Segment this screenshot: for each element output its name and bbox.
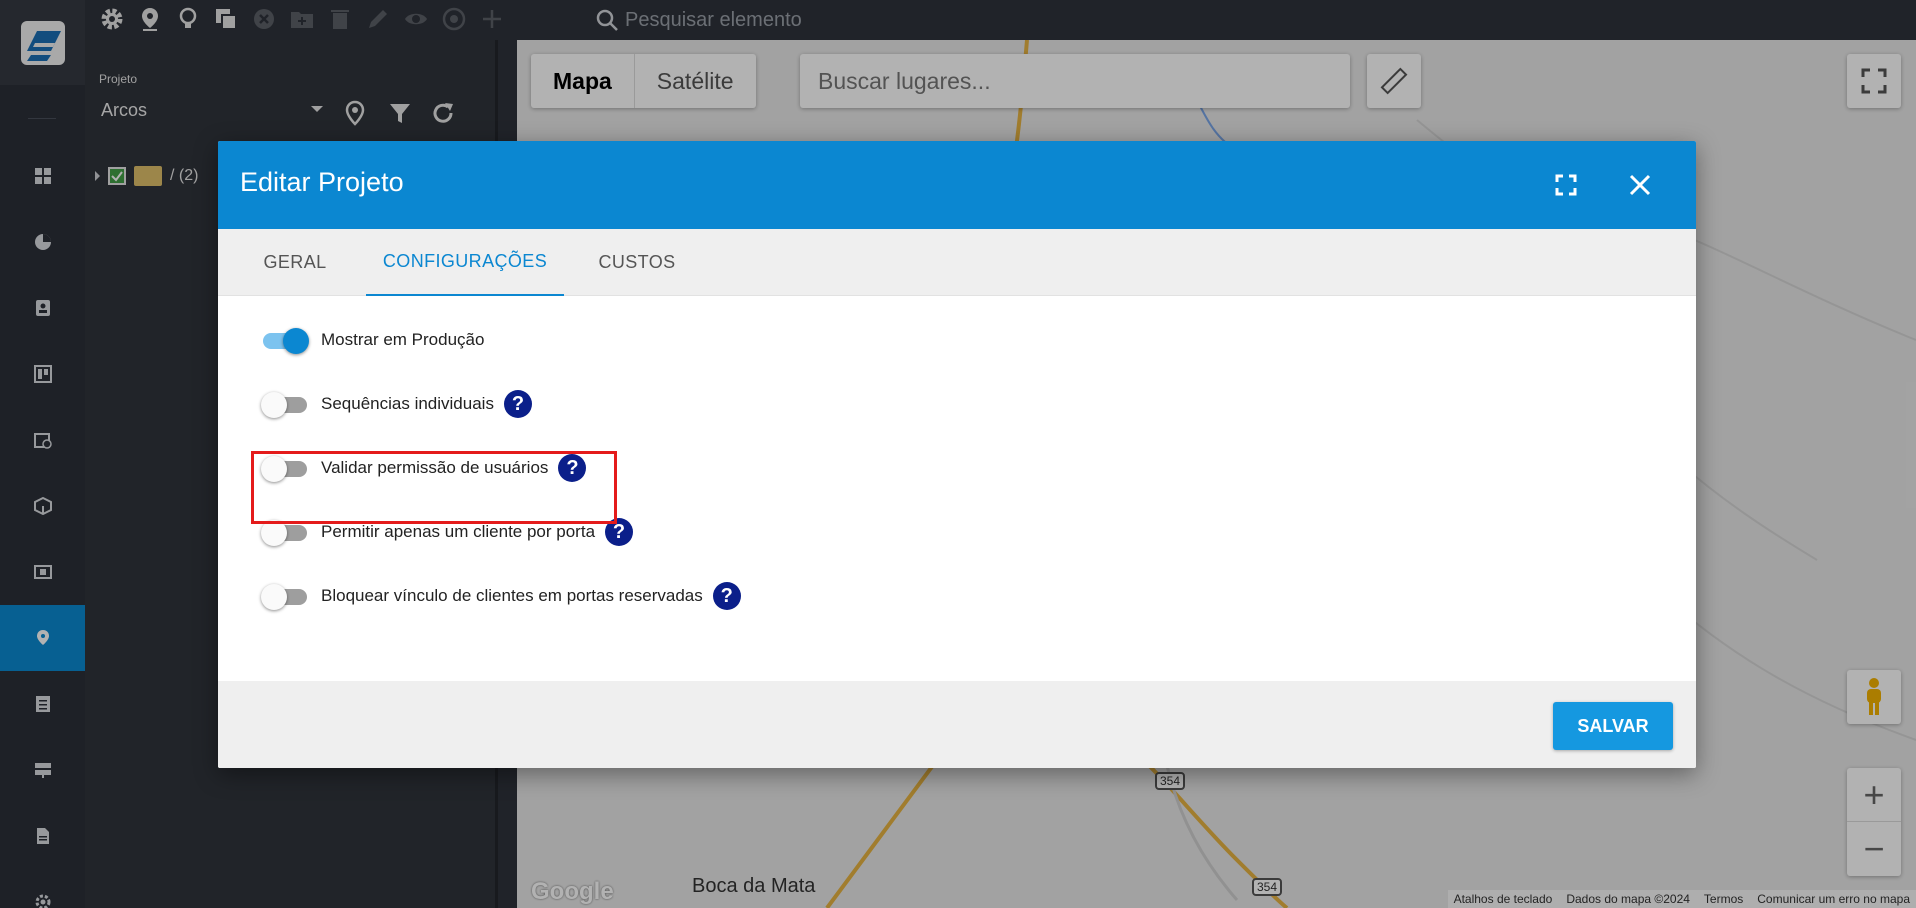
option-sequencias-individuais: Sequências individuais ? — [261, 384, 532, 424]
option-label: Sequências individuais — [321, 394, 494, 413]
tab-configuracoes[interactable]: CONFIGURAÇÕES — [366, 229, 564, 296]
dialog-header: Editar Projeto — [218, 141, 1696, 229]
option-label: Bloquear vínculo de clientes em portas r… — [321, 586, 703, 605]
help-icon[interactable]: ? — [712, 582, 741, 610]
tab-custos[interactable]: CUSTOS — [578, 229, 696, 296]
expand-icon[interactable] — [1548, 167, 1584, 203]
option-label: Permitir apenas um cliente por porta — [321, 522, 596, 541]
dialog-tabs: GERAL CONFIGURAÇÕES CUSTOS — [218, 229, 1696, 296]
save-button[interactable]: SALVAR — [1553, 702, 1673, 750]
annotation-highlight-box — [251, 451, 617, 524]
toggle-mostrar-producao[interactable] — [261, 325, 309, 355]
toggle-sequencias-individuais[interactable] — [261, 389, 309, 419]
edit-project-dialog: Editar Projeto GERAL CONFIGURAÇÕES CUSTO… — [218, 141, 1696, 768]
close-icon[interactable] — [1620, 165, 1660, 205]
help-icon[interactable]: ? — [503, 390, 532, 418]
option-bloquear-vinculo: Bloquear vínculo de clientes em portas r… — [261, 576, 741, 616]
toggle-bloquear-vinculo[interactable] — [261, 581, 309, 611]
tab-geral[interactable]: GERAL — [240, 229, 350, 296]
dialog-footer: SALVAR — [218, 681, 1696, 768]
option-label: Mostrar em Produção — [321, 330, 485, 349]
dialog-title: Editar Projeto — [240, 167, 404, 197]
option-mostrar-producao: Mostrar em Produção — [261, 320, 484, 360]
